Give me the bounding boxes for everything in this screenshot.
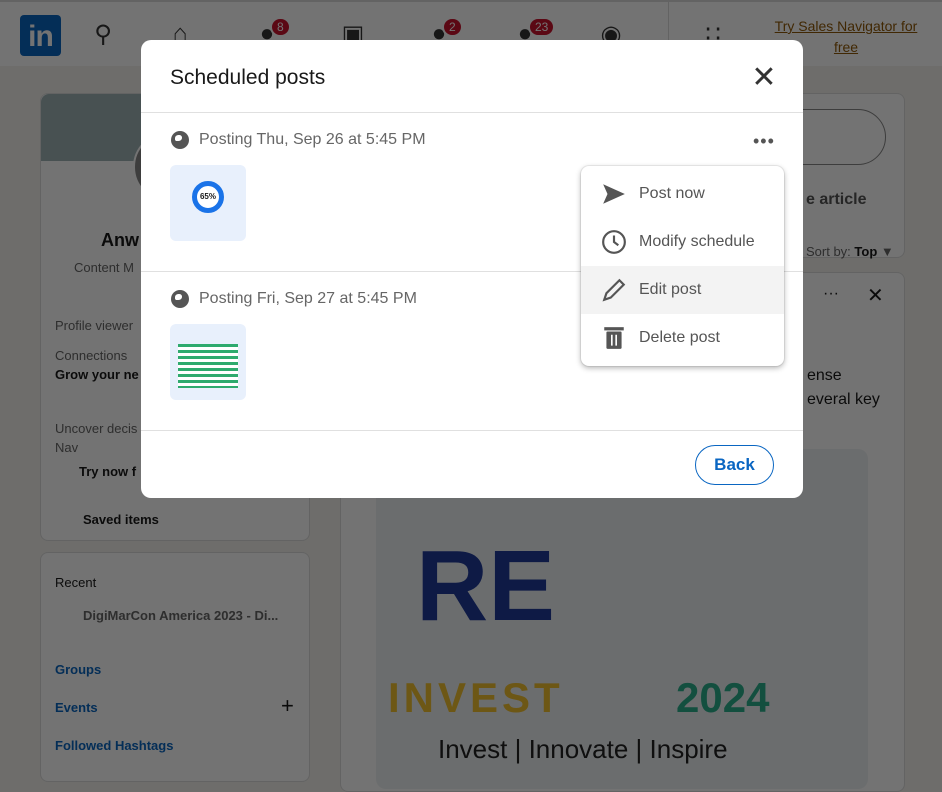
menu-item-label: Post now — [639, 185, 705, 202]
image-invest: INVEST — [388, 674, 564, 721]
linkedin-logo[interactable]: in — [20, 15, 61, 56]
profile-headline: Content M — [74, 260, 134, 275]
try-now-link[interactable]: Try now f — [79, 464, 136, 479]
recent-item[interactable]: DigiMarCon America 2023 - Di... — [83, 608, 278, 623]
pencil-icon — [602, 278, 626, 302]
connections-label[interactable]: Connections — [55, 348, 127, 363]
post-image[interactable]: RE INVEST 2024 Invest | Innovate | Inspi… — [376, 449, 868, 789]
menu-item-modify-schedule[interactable]: Modify schedule — [581, 218, 784, 266]
thumb-stat: 65% — [192, 181, 224, 213]
sort-by[interactable]: Sort by: Top ▼ — [806, 244, 894, 259]
divider — [141, 430, 803, 431]
notifications-badge: 23 — [528, 17, 556, 37]
menu-item-label: Edit post — [639, 281, 702, 298]
hashtags-link[interactable]: Followed Hashtags — [55, 738, 173, 753]
community-card: Recent DigiMarCon America 2023 - Di... G… — [40, 552, 310, 782]
post-more-icon[interactable]: ··· — [823, 285, 839, 303]
menu-item-delete-post[interactable]: Delete post — [581, 314, 784, 362]
write-article-button[interactable]: e article — [806, 191, 866, 209]
saved-items-link[interactable]: Saved items — [83, 512, 159, 527]
profile-viewers[interactable]: Profile viewer — [55, 318, 133, 333]
post-schedule: Posting Thu, Sep 26 at 5:45 PM — [171, 131, 426, 149]
schedule-text: Posting Thu, Sep 26 at 5:45 PM — [199, 131, 426, 148]
post-close-icon[interactable]: ✕ — [867, 283, 884, 308]
events-link[interactable]: Events — [55, 700, 98, 715]
add-event-icon[interactable]: + — [281, 693, 294, 719]
profile-name[interactable]: Anw — [101, 230, 139, 251]
send-icon — [603, 184, 625, 204]
back-button[interactable]: Back — [695, 445, 774, 485]
scheduled-posts-modal: Scheduled posts ✕ Posting Thu, Sep 26 at… — [141, 40, 803, 498]
schedule-text: Posting Fri, Sep 27 at 5:45 PM — [199, 290, 417, 307]
image-year: 2024 — [676, 674, 770, 721]
groups-link[interactable]: Groups — [55, 662, 101, 677]
menu-item-label: Modify schedule — [639, 233, 755, 250]
thumb-table — [178, 344, 238, 388]
post-text-2: everal key — [807, 391, 880, 408]
close-icon[interactable]: ✕ — [749, 63, 779, 94]
sort-value: Top — [854, 244, 878, 259]
recent-heading: Recent — [55, 575, 97, 590]
trash-icon — [604, 327, 624, 349]
menu-item-label: Delete post — [639, 329, 720, 346]
grow-network[interactable]: Grow your ne — [55, 367, 139, 382]
post-schedule: Posting Fri, Sep 27 at 5:45 PM — [171, 290, 417, 308]
search-icon[interactable]: ⚲ — [88, 20, 118, 50]
nav-text: Nav — [55, 440, 79, 455]
clock-icon — [602, 230, 626, 254]
post-text-1: ense — [807, 367, 842, 384]
sort-label: Sort by: — [806, 244, 851, 259]
menu-item-edit-post[interactable]: Edit post — [581, 266, 784, 314]
globe-icon — [171, 290, 189, 308]
uncover-text: Uncover decis — [55, 421, 138, 436]
post-thumbnail[interactable]: 65% — [170, 165, 246, 241]
network-badge: 8 — [270, 17, 291, 37]
messaging-badge: 2 — [442, 17, 463, 37]
post-thumbnail[interactable] — [170, 324, 246, 400]
more-options-icon[interactable]: ••• — [753, 131, 775, 152]
post-options-menu: Post now Modify schedule Edit post Delet… — [581, 166, 784, 366]
globe-icon — [171, 131, 189, 149]
modal-title: Scheduled posts — [170, 66, 326, 89]
image-tagline: Invest | Innovate | Inspire — [438, 734, 728, 764]
image-logo: RE — [416, 530, 555, 642]
menu-item-post-now[interactable]: Post now — [581, 170, 784, 218]
